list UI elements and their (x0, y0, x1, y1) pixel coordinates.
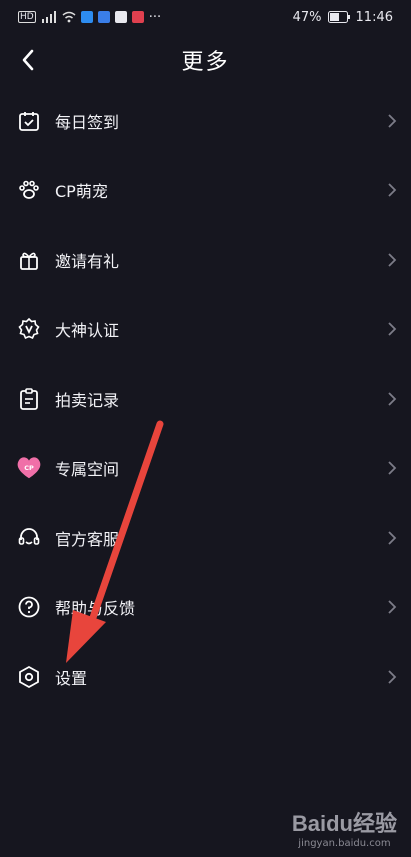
menu-item-label: 每日签到 (55, 112, 120, 132)
headset-icon (16, 525, 42, 551)
menu-item-label: 专属空间 (55, 460, 120, 480)
status-icons-left: HD ··· (18, 10, 161, 25)
menu-item-label: 大神认证 (55, 321, 120, 341)
verified-badge-icon (16, 316, 42, 342)
header: 更多 (0, 34, 411, 86)
menu-item-label: 帮助与反馈 (55, 599, 136, 619)
shield-notification-icon (114, 11, 127, 23)
chevron-right-icon (388, 322, 397, 336)
menu-item-help-feedback[interactable]: 帮助与反馈 (0, 573, 411, 643)
baidu-watermark: Baidu经验 jingyan.baidu.com (292, 806, 397, 849)
chevron-right-icon (388, 461, 397, 475)
gift-icon (16, 247, 42, 273)
paw-icon (16, 177, 42, 203)
app-notification-icon (80, 11, 93, 23)
watermark-url: jingyan.baidu.com (298, 838, 391, 849)
chevron-right-icon (388, 183, 397, 197)
page-title: 更多 (181, 50, 230, 75)
menu-item-verification[interactable]: 大神认证 (0, 295, 411, 365)
menu-item-customer-service[interactable]: 官方客服 (0, 503, 411, 573)
menu-item-label: 拍卖记录 (55, 390, 120, 410)
chevron-right-icon (388, 392, 397, 406)
wifi-icon (62, 11, 76, 23)
menu-item-settings[interactable]: 设置 (0, 642, 411, 712)
menu-item-invite-gift[interactable]: 邀请有礼 (0, 225, 411, 295)
menu-item-auction-records[interactable]: 拍卖记录 (0, 364, 411, 434)
signal-icon (41, 11, 56, 23)
menu-item-daily-checkin[interactable]: 每日签到 (0, 86, 411, 156)
chevron-right-icon (388, 253, 397, 267)
battery-icon (327, 11, 350, 23)
more-notifications-icon: ··· (148, 9, 162, 25)
menu-item-label: 设置 (55, 668, 88, 688)
cp-heart-icon: CP (16, 455, 42, 481)
calendar-check-icon (16, 108, 42, 134)
menu-item-exclusive-space[interactable]: CP 专属空间 (0, 434, 411, 504)
menu-item-label: CP萌宠 (55, 182, 108, 202)
chevron-right-icon (388, 114, 397, 128)
svg-text:CP: CP (24, 464, 34, 472)
settings-hexagon-icon (16, 664, 42, 690)
red-app-notification-icon (131, 11, 144, 23)
chevron-right-icon (388, 670, 397, 684)
back-button[interactable] (12, 44, 44, 76)
chevron-right-icon (388, 600, 397, 614)
menu-item-cp-pet[interactable]: CP萌宠 (0, 156, 411, 226)
clipboard-icon (16, 386, 42, 412)
clock: 11:46 (355, 9, 393, 25)
menu-item-label: 邀请有礼 (55, 251, 120, 271)
menu-item-label: 官方客服 (55, 529, 120, 549)
chevron-right-icon (388, 531, 397, 545)
watermark-brand: Baidu经验 (291, 811, 397, 836)
menu-list: 每日签到 CP萌宠 邀请有礼 大神认证 拍卖记录 CP 专属空间 官方客服 帮助… (0, 86, 411, 712)
cloud-notification-icon (97, 11, 110, 23)
chevron-left-icon (22, 49, 34, 71)
battery-percent: 47% (292, 9, 322, 25)
help-circle-icon (16, 594, 42, 620)
status-bar: HD ··· 47% 11:46 (0, 0, 411, 34)
hd-icon: HD (18, 11, 36, 23)
